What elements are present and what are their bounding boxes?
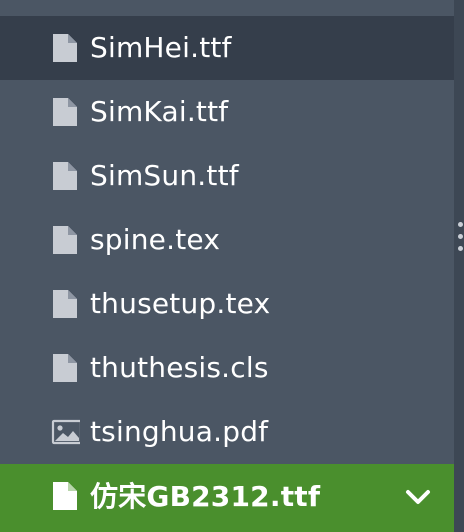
panel-resize-handle[interactable] (454, 0, 464, 532)
chevron-down-icon[interactable] (404, 486, 432, 508)
file-icon (53, 34, 77, 62)
file-icon (53, 354, 77, 382)
file-tree-item-label: SimHei.ttf (90, 31, 232, 64)
file-tree-item-label: tsinghua.pdf (90, 415, 269, 448)
file-tree-item-thusetup[interactable]: thusetup.tex (0, 272, 454, 336)
file-icon (53, 482, 77, 510)
file-icon (53, 98, 77, 126)
file-tree-item-simhei[interactable]: SimHei.ttf (0, 16, 454, 80)
file-tree-item-spine[interactable]: spine.tex (0, 208, 454, 272)
file-tree-item-simsun[interactable]: SimSun.ttf (0, 144, 454, 208)
file-tree-item-fangsong[interactable]: 仿宋GB2312.ttf (0, 464, 454, 532)
file-tree-item-label: spine.tex (90, 223, 221, 256)
file-tree-item-label: 仿宋GB2312.ttf (90, 480, 321, 513)
file-tree-item-label: SimKai.ttf (90, 95, 229, 128)
file-tree-item-thuthesis[interactable]: thuthesis.cls (0, 336, 454, 400)
file-tree-panel: SimHei.ttf SimKai.ttf SimSun.ttf spine.t… (0, 0, 464, 532)
file-icon (53, 290, 77, 318)
file-tree-item-label: thuthesis.cls (90, 351, 269, 384)
file-tree-item-simkai[interactable]: SimKai.ttf (0, 80, 454, 144)
file-tree-item-label: SimSun.ttf (90, 159, 239, 192)
file-tree-item-tsinghua[interactable]: tsinghua.pdf (0, 400, 454, 464)
file-tree-item-label: thusetup.tex (90, 287, 271, 320)
drag-handle-icon[interactable] (458, 222, 464, 262)
file-icon (53, 226, 77, 254)
file-tree-top-edge (0, 0, 454, 16)
image-file-icon (51, 419, 80, 445)
file-icon (53, 162, 77, 190)
